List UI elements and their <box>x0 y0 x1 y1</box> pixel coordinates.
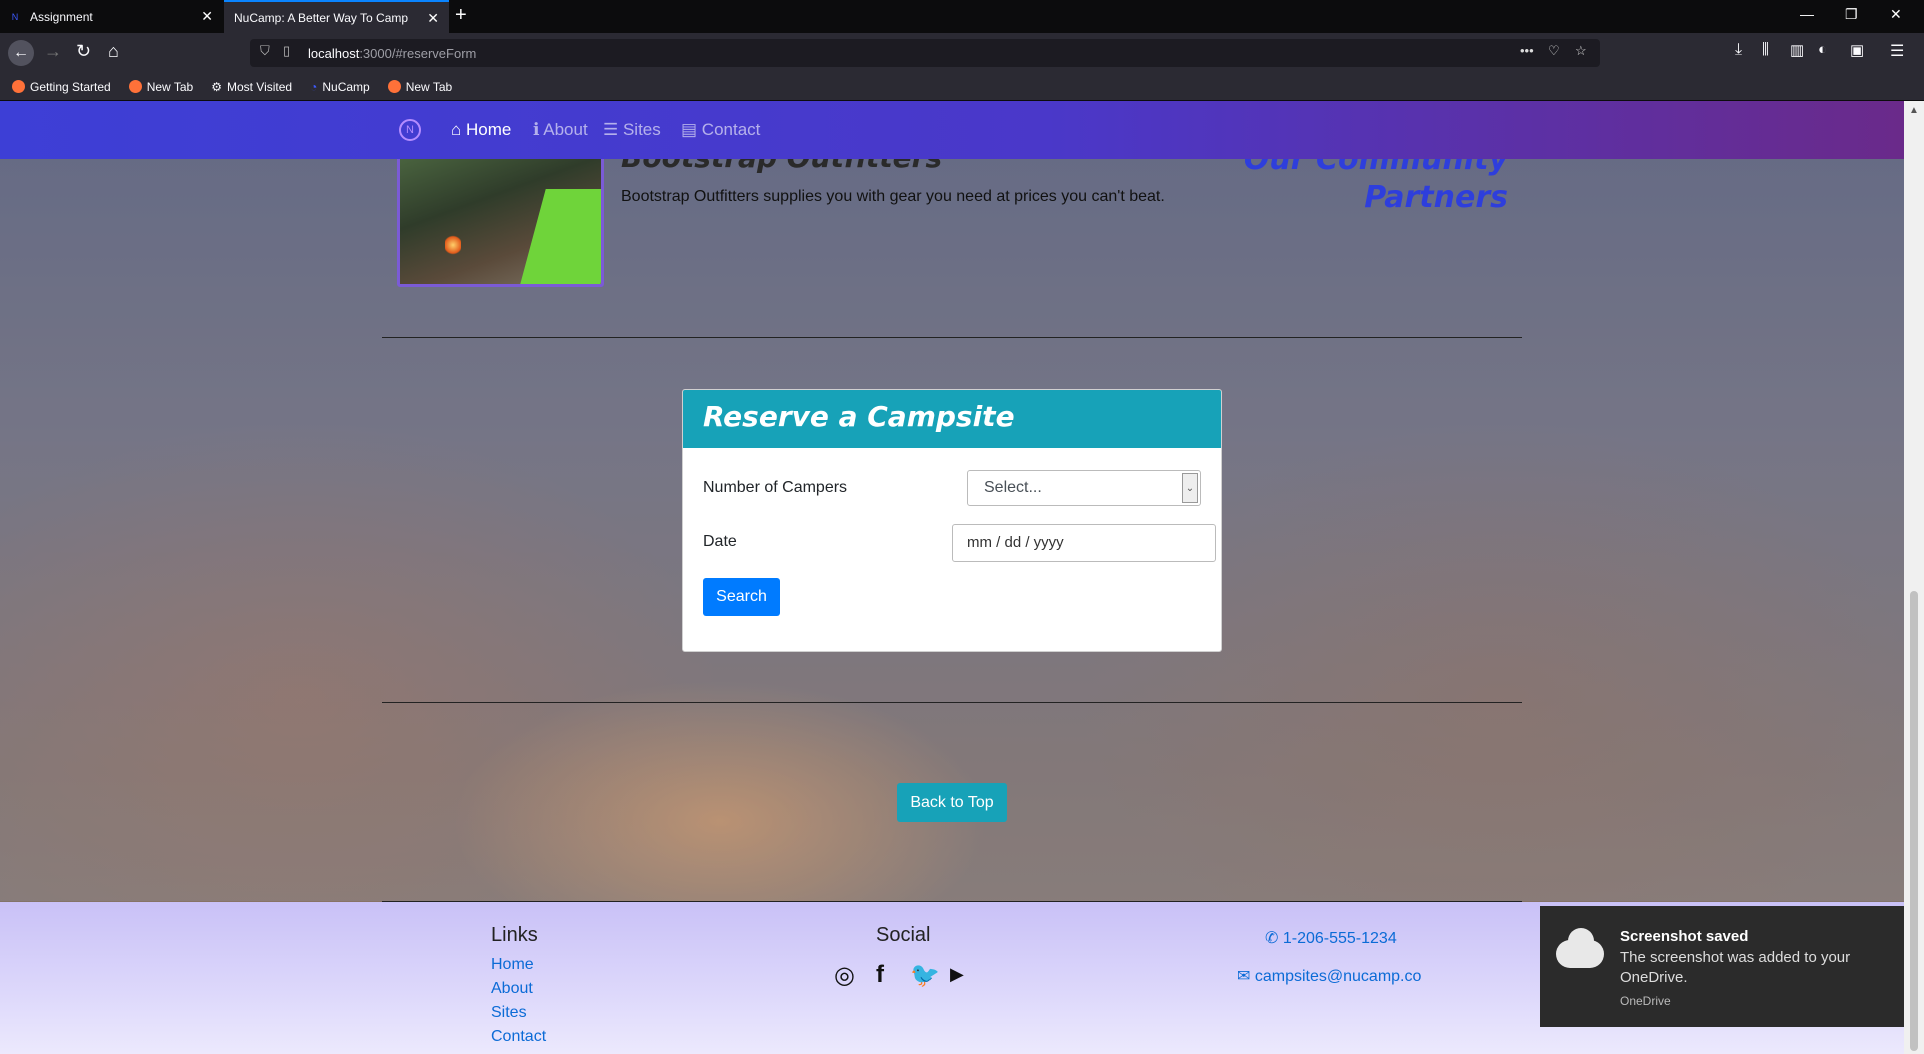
envelope-icon: ✉ <box>1237 968 1255 985</box>
campers-select[interactable]: Select... ⌄ <box>967 470 1201 506</box>
cloud-icon <box>1556 928 1604 968</box>
reserve-form-heading: Reserve a Campsite <box>683 390 1221 448</box>
gear-icon: ⚙ <box>211 79 222 94</box>
campfire-image <box>445 234 461 256</box>
list-icon: ☰ <box>603 120 623 139</box>
nucamp-logo-icon[interactable]: N <box>399 119 421 141</box>
bookmark-most-visited[interactable]: ⚙ Most Visited <box>211 80 292 94</box>
search-button[interactable]: Search <box>703 578 780 616</box>
nucamp-favicon-icon: N <box>11 11 19 22</box>
site-navbar: N ⌂ Home ℹ About ☰ Sites ▤ Contact <box>0 101 1904 159</box>
notification-title: Screenshot saved <box>1620 928 1749 945</box>
bookmark-getting-started[interactable]: Getting Started <box>12 80 111 94</box>
partner-image <box>397 141 604 287</box>
campers-label: Number of Campers <box>703 479 848 496</box>
bookmark-star-icon[interactable]: ☆ <box>1575 43 1587 59</box>
extension-icon[interactable]: ◐ <box>1818 41 1827 58</box>
account-icon[interactable]: ▣ <box>1850 41 1864 59</box>
menu-icon[interactable]: ☰ <box>1890 41 1904 61</box>
tent-image <box>516 189 601 284</box>
page-icon: ▯ <box>283 43 291 58</box>
sidebar-icon[interactable]: ▥ <box>1790 41 1804 59</box>
close-tab-icon[interactable]: ✕ <box>201 8 213 25</box>
footer-link-home[interactable]: Home <box>491 956 534 974</box>
browser-tab-assignment[interactable]: N Assignment ✕ <box>0 0 223 33</box>
home-icon: ⌂ <box>451 120 466 139</box>
info-icon: ℹ <box>533 120 544 139</box>
url-host: localhost <box>308 45 360 61</box>
scrollbar-thumb[interactable] <box>1910 591 1918 1051</box>
close-window-icon[interactable]: ✕ <box>1890 6 1902 23</box>
pocket-icon[interactable]: ♡ <box>1548 43 1560 59</box>
nav-contact[interactable]: ▤ Contact <box>681 120 760 140</box>
new-tab-icon[interactable]: + <box>455 4 467 27</box>
home-icon[interactable]: ⌂ <box>108 41 119 62</box>
tab-title: NuCamp: A Better Way To Camp <box>234 10 409 25</box>
tab-title: Assignment <box>30 9 93 24</box>
notification-source: OneDrive <box>1620 994 1671 1008</box>
address-card-icon: ▤ <box>681 120 702 139</box>
phone-link[interactable]: ✆ 1-206-555-1234 <box>1265 928 1397 948</box>
phone-icon: ✆ <box>1265 930 1283 947</box>
nav-sites[interactable]: ☰ Sites <box>603 120 661 140</box>
nav-about[interactable]: ℹ About <box>533 120 588 140</box>
downloads-icon[interactable]: ⤓ <box>1735 41 1742 59</box>
date-label: Date <box>703 533 737 550</box>
url-bar[interactable]: ⛉ ▯ localhost:3000/#reserveForm ••• ♡ ☆ <box>250 39 1600 67</box>
onedrive-notification[interactable]: Screenshot saved The screenshot was adde… <box>1540 906 1904 1027</box>
browser-tab-nucamp[interactable]: NuCamp: A Better Way To Camp ✕ <box>224 0 449 33</box>
reload-icon[interactable]: ↻ <box>76 41 91 62</box>
nucamp-favicon-icon: ◔ <box>310 79 318 94</box>
footer-link-sites[interactable]: Sites <box>491 1004 527 1022</box>
close-tab-icon[interactable]: ✕ <box>427 10 439 27</box>
instagram-icon[interactable]: ◎ <box>834 961 855 990</box>
nav-home[interactable]: ⌂ Home <box>451 120 511 140</box>
date-input[interactable]: mm / dd / yyyy <box>952 524 1216 562</box>
restore-icon[interactable]: ❐ <box>1845 6 1858 23</box>
back-to-top-button[interactable]: Back to Top <box>897 783 1007 822</box>
links-heading: Links <box>491 924 538 946</box>
firefox-icon <box>128 80 142 93</box>
email-link[interactable]: ✉ campsites@nucamp.co <box>1237 966 1421 986</box>
facebook-icon[interactable]: f <box>876 961 884 989</box>
firefox-icon <box>12 80 25 93</box>
minimize-icon[interactable]: — <box>1800 6 1814 22</box>
browser-tab-strip: N Assignment ✕ NuCamp: A Better Way To C… <box>0 0 1924 33</box>
url-path: :3000/#reserveForm <box>359 45 477 61</box>
library-icon[interactable]: ⫼ <box>1762 41 1769 58</box>
partner-description: Bootstrap Outfitters supplies you with g… <box>621 188 1165 205</box>
footer-link-contact[interactable]: Contact <box>491 1028 546 1046</box>
twitter-icon[interactable]: 🐦 <box>910 961 940 990</box>
page-actions-icon[interactable]: ••• <box>1520 43 1534 58</box>
divider <box>382 337 1522 338</box>
notification-message: The screenshot was added to your OneDriv… <box>1620 949 1851 986</box>
firefox-icon <box>387 80 401 93</box>
shield-icon: ⛉ <box>260 43 270 58</box>
bookmark-new-tab[interactable]: New Tab <box>128 80 193 94</box>
back-icon[interactable]: ← <box>8 40 34 66</box>
campers-select-value: Select... <box>984 479 1042 496</box>
social-heading: Social <box>876 924 931 946</box>
chevron-down-icon: ⌄ <box>1182 473 1198 503</box>
reserve-form-card: Reserve a Campsite Number of Campers Sel… <box>682 389 1222 652</box>
bookmark-new-tab-2[interactable]: New Tab <box>387 80 452 94</box>
youtube-icon[interactable]: ▶ <box>950 964 964 985</box>
page-scrollbar[interactable]: ▲ <box>1904 101 1924 1054</box>
forward-icon[interactable]: → <box>44 41 62 62</box>
footer-link-about[interactable]: About <box>491 980 533 998</box>
bookmark-nucamp[interactable]: ◔ NuCamp <box>310 80 370 94</box>
divider <box>382 702 1522 703</box>
scroll-up-icon[interactable]: ▲ <box>1909 105 1919 116</box>
bookmarks-toolbar: Getting Started New Tab ⚙ Most Visited ◔ N… <box>0 73 1924 101</box>
